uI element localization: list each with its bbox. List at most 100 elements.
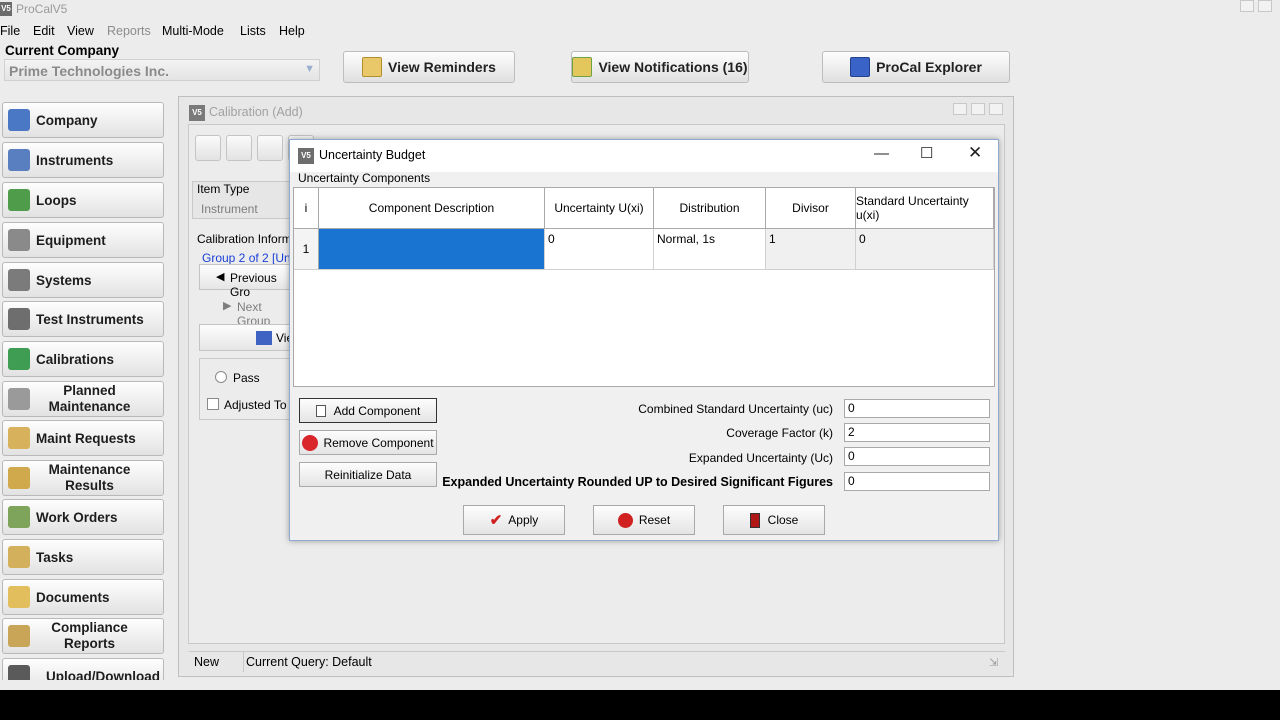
procal-explorer-button[interactable]: ProCal Explorer: [822, 51, 1010, 83]
minimize-window-button[interactable]: [953, 103, 967, 115]
row-index[interactable]: 1: [294, 229, 319, 270]
column-header[interactable]: Component Description: [319, 188, 545, 229]
close-button[interactable]: Close: [723, 505, 825, 535]
restore-window-button[interactable]: [971, 103, 985, 115]
chevron-down-icon[interactable]: ▼: [304, 63, 315, 75]
reinitialize-data-button[interactable]: Reinitialize Data: [299, 462, 437, 487]
view-button[interactable]: Vie: [199, 324, 294, 351]
pass-radio[interactable]: [215, 371, 227, 383]
table-icon: [256, 331, 272, 345]
menu-lists[interactable]: Lists: [240, 24, 266, 38]
expanded-uncertainty-label: Expanded Uncertainty (Uc): [688, 451, 833, 465]
next-group-button[interactable]: ▶ Next Group: [199, 294, 294, 328]
combined-uncertainty-label: Combined Standard Uncertainty (uc): [638, 402, 833, 416]
sidebar-item-maintenance-results[interactable]: Maintenance Results: [2, 460, 164, 496]
uncertainty-cell[interactable]: 0: [545, 229, 654, 270]
folder-arrow-icon: [572, 57, 593, 77]
sidebar: Company Instruments Loops Equipment Syst…: [0, 96, 170, 680]
column-header[interactable]: i: [294, 188, 319, 229]
remove-component-button[interactable]: Remove Component: [299, 430, 437, 455]
rounded-uncertainty-field[interactable]: 0: [844, 472, 990, 491]
sidebar-item-loops[interactable]: Loops: [2, 182, 164, 218]
sidebar-item-test-instruments[interactable]: Test Instruments: [2, 301, 164, 337]
sidebar-item-work-orders[interactable]: Work Orders: [2, 499, 164, 535]
search-icon[interactable]: [257, 135, 283, 161]
app-title-bar: V5 ProCalV5: [0, 0, 1280, 20]
status-query: Current Query: Default: [246, 655, 372, 669]
status-mode: New: [194, 655, 220, 669]
app-logo-icon: V5: [0, 2, 12, 16]
menu-file[interactable]: File: [0, 24, 20, 38]
new-document-icon[interactable]: [195, 135, 221, 161]
column-header[interactable]: Distribution: [654, 188, 766, 229]
screen-bottom-bar: [0, 690, 1280, 720]
view-reminders-button[interactable]: View Reminders: [343, 51, 515, 83]
apply-button[interactable]: ✔ Apply: [463, 505, 565, 535]
close-icon[interactable]: ✕: [968, 143, 982, 163]
test-instruments-icon: [8, 308, 30, 330]
maximize-icon[interactable]: ☐: [920, 144, 933, 162]
grid-icon: [850, 57, 871, 77]
sidebar-item-equipment[interactable]: Equipment: [2, 222, 164, 258]
remove-icon: [302, 434, 319, 451]
menu-bar: File Edit View Reports Multi-Mode Lists …: [0, 20, 1280, 42]
sidebar-item-compliance-reports[interactable]: Compliance Reports: [2, 618, 164, 654]
standard-uncertainty-cell[interactable]: 0: [856, 229, 994, 270]
menu-multi-mode[interactable]: Multi-Mode: [162, 24, 224, 38]
reset-button[interactable]: Reset: [593, 505, 695, 535]
restore-app-button[interactable]: [1258, 0, 1272, 12]
clipboard-icon: [362, 57, 383, 77]
menu-edit[interactable]: Edit: [33, 24, 55, 38]
minimize-icon[interactable]: —: [874, 145, 889, 162]
coverage-factor-field[interactable]: 2: [844, 423, 990, 442]
expanded-uncertainty-field[interactable]: 0: [844, 447, 990, 466]
description-cell[interactable]: [319, 229, 545, 270]
minimize-app-button[interactable]: [1240, 0, 1254, 12]
divisor-cell[interactable]: 1: [766, 229, 856, 270]
item-type-label: Item Type: [197, 182, 250, 196]
save-icon[interactable]: [226, 135, 252, 161]
tasks-icon: [8, 546, 30, 568]
sidebar-item-tasks[interactable]: Tasks: [2, 539, 164, 575]
column-header[interactable]: Standard Uncertainty u(xi): [856, 188, 994, 229]
loops-icon: [8, 189, 30, 211]
sidebar-item-systems[interactable]: Systems: [2, 262, 164, 298]
app-title: ProCalV5: [16, 2, 68, 16]
sidebar-item-planned-maintenance[interactable]: Planned Maintenance: [2, 381, 164, 417]
equipment-icon: [8, 229, 30, 251]
add-component-button[interactable]: Add Component: [299, 398, 437, 423]
group-indicator: Group 2 of 2 [Unc: [202, 251, 297, 265]
current-company-label: Current Company: [5, 43, 120, 58]
sidebar-item-instruments[interactable]: Instruments: [2, 142, 164, 178]
menu-help[interactable]: Help: [279, 24, 305, 38]
sidebar-item-calibrations[interactable]: Calibrations: [2, 341, 164, 377]
company-select[interactable]: Prime Technologies Inc. ▼: [4, 59, 320, 81]
close-window-button[interactable]: [989, 103, 1003, 115]
uncertainty-components-table[interactable]: i Component Description Uncertainty U(xi…: [293, 187, 995, 387]
triangle-right-icon: ▶: [223, 300, 232, 312]
adjusted-checkbox[interactable]: [207, 398, 219, 410]
sidebar-item-company[interactable]: Company: [2, 102, 164, 138]
compliance-icon: [8, 625, 30, 647]
company-value: Prime Technologies Inc.: [9, 63, 170, 79]
menu-view[interactable]: View: [67, 24, 94, 38]
sidebar-item-maint-requests[interactable]: Maint Requests: [2, 420, 164, 456]
section-label: Uncertainty Components: [298, 171, 431, 185]
column-header[interactable]: Uncertainty U(xi): [545, 188, 654, 229]
maintenance-results-icon: [8, 467, 30, 489]
column-header[interactable]: Divisor: [766, 188, 856, 229]
wrench-icon: [8, 388, 30, 410]
distribution-cell[interactable]: Normal, 1s: [654, 229, 766, 270]
sidebar-item-documents[interactable]: Documents: [2, 579, 164, 615]
item-type-value[interactable]: Instrument: [201, 202, 258, 216]
resize-grip-icon[interactable]: ⇲: [989, 656, 998, 669]
menu-reports[interactable]: Reports: [107, 24, 151, 38]
sidebar-item-upload-download[interactable]: Upload/Download: [2, 658, 164, 680]
instruments-icon: [8, 149, 30, 171]
combined-uncertainty-field[interactable]: 0: [844, 399, 990, 418]
checkmark-icon: ✔: [489, 512, 503, 529]
view-notifications-button[interactable]: View Notifications (16): [571, 51, 749, 83]
previous-group-button[interactable]: ◀ Previous Gro: [199, 264, 294, 299]
calibration-info-label: Calibration Informat: [197, 232, 302, 246]
adjusted-label: Adjusted To I: [224, 398, 294, 412]
